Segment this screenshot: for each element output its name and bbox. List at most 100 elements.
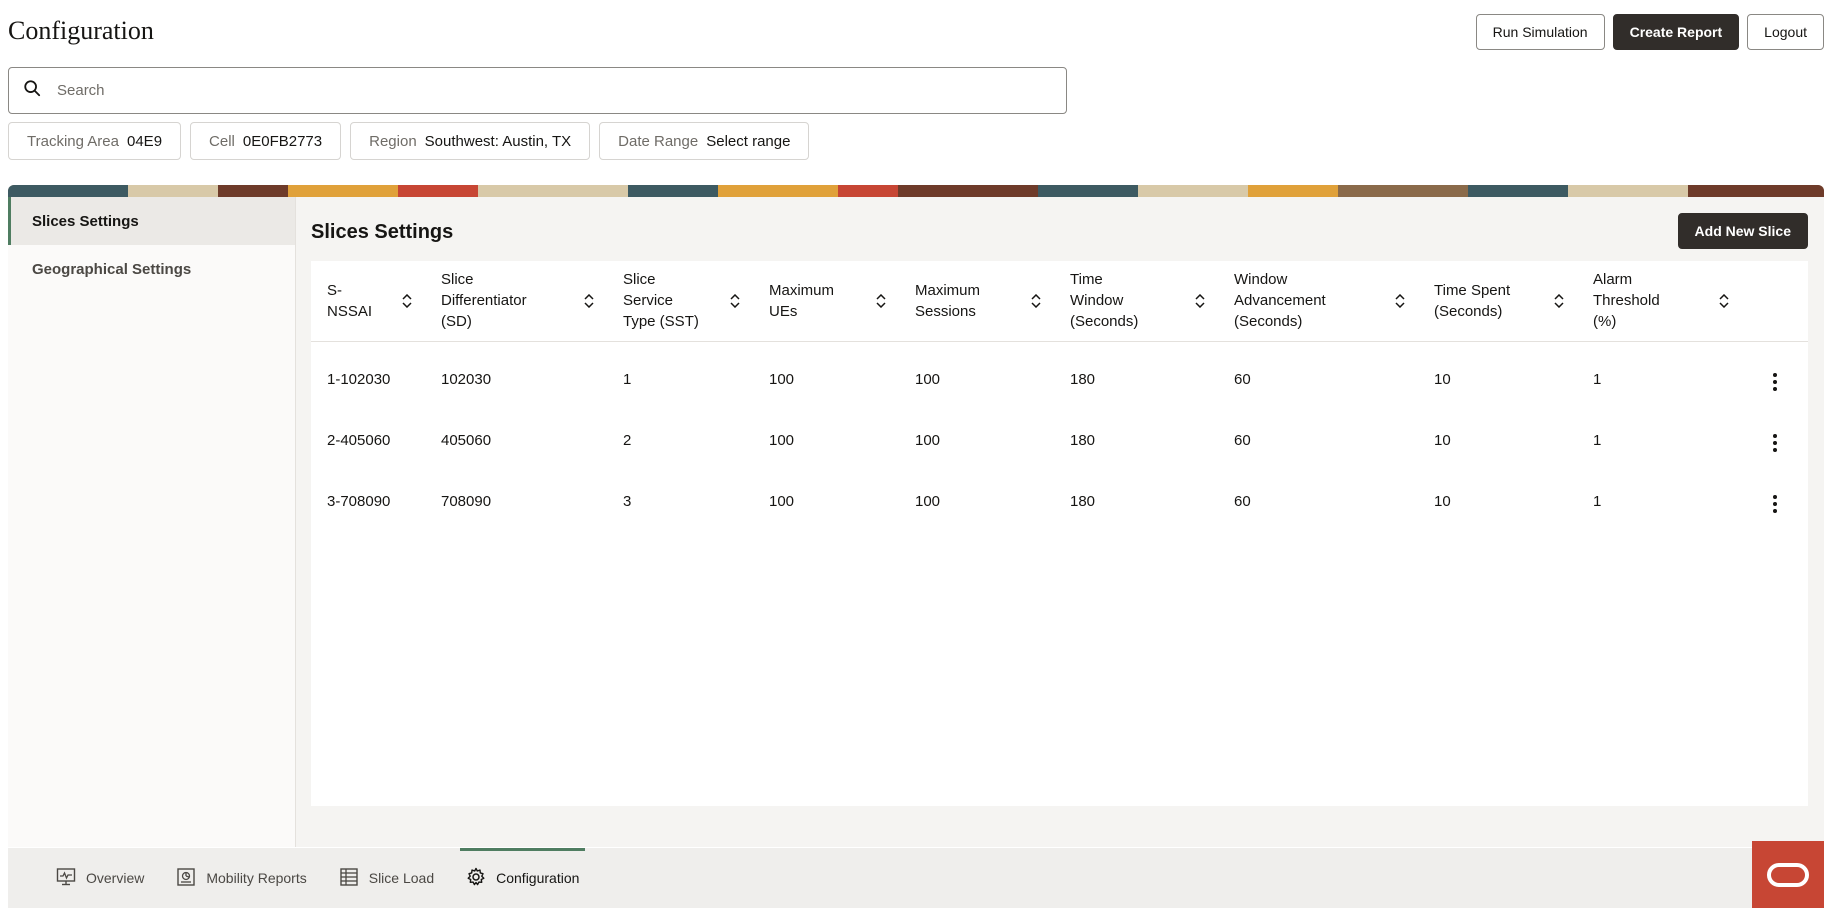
table-cell: 2-405060	[327, 432, 391, 449]
table-cell: 708090	[441, 493, 492, 510]
table-cell: 100	[915, 432, 941, 449]
sort-icon[interactable]	[1553, 293, 1565, 308]
table-cell: 100	[769, 432, 795, 449]
column-header-label: Maximum UEs	[769, 281, 835, 320]
section-title: Slices Settings	[311, 221, 454, 243]
column-header[interactable]: Slice Differentiator (SD)	[425, 261, 607, 342]
bottom-tab-bar: Overview Mobility Reports Slice Load Con…	[8, 848, 1824, 908]
column-header-actions	[1742, 261, 1808, 342]
table-row[interactable]: 1-102030 102030 1 100 100 180 60 10 1	[311, 349, 1808, 410]
monitor-icon	[56, 867, 76, 890]
filter-value: 04E9	[127, 132, 163, 150]
search-box[interactable]	[8, 67, 1067, 114]
column-header-label: Window Advancement (Seconds)	[1234, 271, 1326, 331]
tab-slice-load[interactable]: Slice Load	[339, 848, 434, 908]
row-actions-cell	[1742, 410, 1808, 471]
search-icon	[23, 79, 41, 102]
settings-panel: Slices Settings Geographical Settings Sl…	[8, 197, 1824, 847]
column-header[interactable]: Time Window (Seconds)	[1054, 261, 1218, 342]
column-header-label: Time Window (Seconds)	[1070, 271, 1139, 331]
table-cell: 3	[623, 493, 632, 510]
table-cell: 2	[623, 432, 632, 449]
table-cell: 102030	[441, 371, 492, 388]
settings-sidenav: Slices Settings Geographical Settings	[8, 197, 296, 847]
slices-table: S-NSSAI Slice Differentiator (SD) Slice …	[311, 261, 1808, 806]
more-options-icon[interactable]	[1765, 430, 1785, 456]
tab-label: Configuration	[496, 870, 580, 886]
filter-value: 0E0FB2773	[242, 132, 323, 150]
sort-icon[interactable]	[401, 293, 413, 308]
filter-value: Select range	[706, 132, 791, 150]
add-new-slice-button[interactable]: Add New Slice	[1677, 213, 1808, 249]
more-options-icon[interactable]	[1765, 491, 1785, 517]
column-header-label: S-NSSAI	[327, 281, 373, 320]
sort-icon[interactable]	[729, 293, 741, 308]
table-cell: 60	[1234, 371, 1251, 388]
filter-date-range[interactable]: Date Range Select range	[599, 122, 810, 160]
column-header-label: Slice Differentiator (SD)	[441, 271, 527, 331]
gear-icon	[466, 867, 486, 890]
filter-bar: Tracking Area 04E9 Cell 0E0FB2773 Region…	[8, 122, 810, 160]
column-header-label: Alarm Threshold (%)	[1593, 271, 1660, 331]
run-simulation-button[interactable]: Run Simulation	[1475, 14, 1605, 50]
column-header[interactable]: Maximum UEs	[753, 261, 899, 342]
create-report-button[interactable]: Create Report	[1612, 14, 1740, 50]
logout-button[interactable]: Logout	[1747, 14, 1824, 50]
sort-icon[interactable]	[1194, 293, 1206, 308]
top-actions: Run Simulation Create Report Logout	[1475, 14, 1824, 50]
column-header[interactable]: S-NSSAI	[311, 261, 425, 342]
table-cell: 1	[1593, 432, 1602, 449]
table-cell: 3-708090	[327, 493, 391, 510]
table-cell: 405060	[441, 432, 492, 449]
column-header[interactable]: Maximum Sessions	[899, 261, 1054, 342]
tab-label: Overview	[86, 870, 145, 886]
column-header[interactable]: Slice Service Type (SST)	[607, 261, 753, 342]
table-cell: 180	[1070, 432, 1096, 449]
filter-label: Cell	[209, 132, 235, 150]
sort-icon[interactable]	[1394, 293, 1406, 308]
sort-icon[interactable]	[583, 293, 595, 308]
tab-label: Mobility Reports	[206, 870, 307, 886]
table-cell: 60	[1234, 432, 1251, 449]
column-header[interactable]: Window Advancement (Seconds)	[1218, 261, 1418, 342]
filter-tracking-area[interactable]: Tracking Area 04E9	[8, 122, 182, 160]
oracle-logo-icon[interactable]	[1752, 841, 1824, 908]
table-cell: 10	[1434, 493, 1451, 510]
sort-icon[interactable]	[1718, 293, 1730, 308]
tab-overview[interactable]: Overview	[56, 848, 144, 908]
report-icon	[176, 867, 196, 890]
table-cell: 100	[915, 371, 941, 388]
column-header-label: Maximum Sessions	[915, 281, 981, 320]
filter-value: Southwest: Austin, TX	[424, 132, 572, 150]
table-header-row: S-NSSAI Slice Differentiator (SD) Slice …	[311, 261, 1808, 342]
grid-icon	[339, 867, 359, 890]
tab-configuration[interactable]: Configuration	[460, 848, 586, 908]
sort-icon[interactable]	[1030, 293, 1042, 308]
table-cell: 10	[1434, 432, 1451, 449]
table-cell: 1	[1593, 371, 1602, 388]
table-row[interactable]: 2-405060 405060 2 100 100 180 60 10 1	[311, 410, 1808, 471]
sidenav-item-geographical-settings[interactable]: Geographical Settings	[8, 245, 295, 293]
column-header[interactable]: Alarm Threshold (%)	[1577, 261, 1742, 342]
filter-cell[interactable]: Cell 0E0FB2773	[190, 122, 342, 160]
sort-icon[interactable]	[875, 293, 887, 308]
search-input[interactable]	[57, 82, 1066, 99]
table-cell: 1	[1593, 493, 1602, 510]
table-cell: 10	[1434, 371, 1451, 388]
filter-label: Date Range	[618, 132, 699, 150]
filter-region[interactable]: Region Southwest: Austin, TX	[350, 122, 591, 160]
table-row	[311, 341, 1808, 349]
column-header-label: Slice Service Type (SST)	[623, 271, 699, 331]
sidenav-item-slices-settings[interactable]: Slices Settings	[8, 197, 295, 245]
tab-mobility-reports[interactable]: Mobility Reports	[176, 848, 307, 908]
table-cell: 1-102030	[327, 371, 391, 388]
table-cell: 100	[769, 371, 795, 388]
filter-label: Region	[369, 132, 417, 150]
table-cell: 1	[623, 371, 632, 388]
table-cell: 60	[1234, 493, 1251, 510]
tab-label: Slice Load	[368, 870, 435, 886]
page-title: Configuration	[8, 16, 154, 45]
column-header[interactable]: Time Spent (Seconds)	[1418, 261, 1577, 342]
table-row[interactable]: 3-708090 708090 3 100 100 180 60 10 1	[311, 471, 1808, 532]
more-options-icon[interactable]	[1765, 369, 1785, 395]
